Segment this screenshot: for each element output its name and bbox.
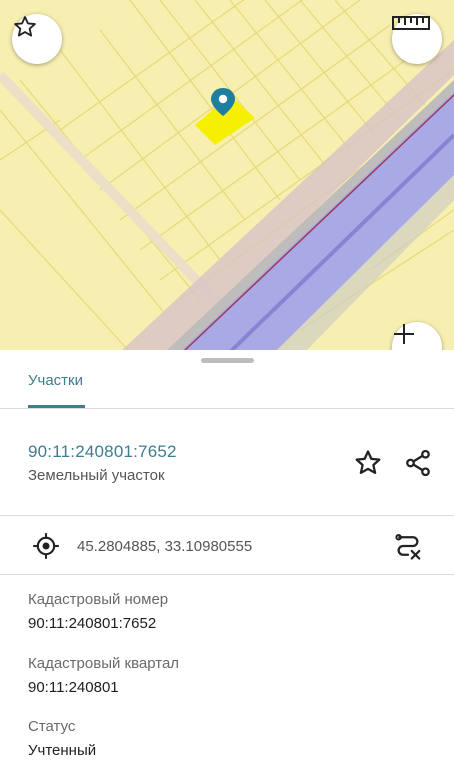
field-value-cadastral-number: 90:11:240801:7652: [28, 615, 157, 632]
coordinates-text[interactable]: 45.2804885, 33.10980555: [77, 538, 252, 555]
parcel-cadastral-id[interactable]: 90:11:240801:7652: [28, 442, 177, 462]
field-label-cadastral-block: Кадастровый квартал: [28, 655, 180, 672]
header-divider: [0, 515, 454, 516]
coords-divider: [0, 574, 454, 575]
route-icon: [395, 534, 421, 560]
compass-icon: [394, 324, 414, 344]
star-outline-icon: [355, 450, 381, 474]
field-label-cadastral-number: Кадастровый номер: [28, 591, 169, 608]
tab-parcels[interactable]: Участки: [28, 372, 83, 389]
route-button[interactable]: [390, 528, 426, 564]
tabs-divider: [0, 408, 454, 409]
map-canvas: [0, 0, 454, 352]
field-value-status: Учтенный: [28, 742, 97, 759]
drag-handle[interactable]: [201, 358, 254, 363]
parcel-info-sheet: Участки 90:11:240801:7652 Земельный учас…: [0, 350, 454, 767]
field-value-cadastral-block: 90:11:240801: [28, 679, 119, 696]
share-button[interactable]: [400, 445, 436, 481]
parcel-type: Земельный участок: [28, 467, 165, 484]
ruler-icon: [392, 16, 430, 30]
share-icon: [406, 449, 430, 477]
favorite-button[interactable]: [350, 445, 386, 481]
star-outline-icon: [14, 16, 36, 37]
map-favorite-button[interactable]: [12, 14, 62, 64]
map-ruler-button[interactable]: [392, 14, 442, 64]
map-view[interactable]: [0, 0, 454, 352]
crosshair-icon[interactable]: [32, 532, 60, 560]
field-label-status: Статус: [28, 718, 76, 735]
